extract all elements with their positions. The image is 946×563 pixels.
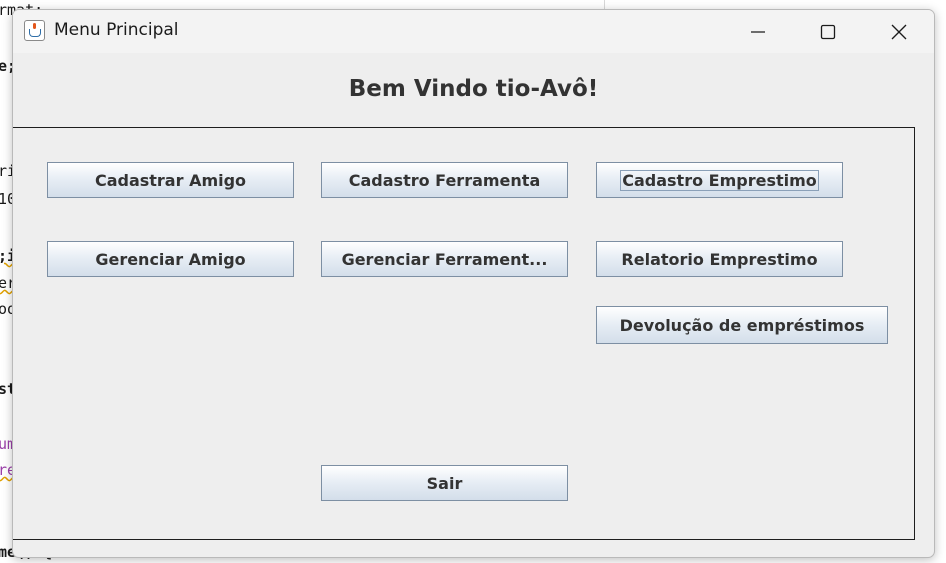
- java-cup-icon[interactable]: [24, 20, 45, 41]
- button-label: Sair: [426, 473, 463, 493]
- minimize-icon: [751, 30, 765, 33]
- minimize-button[interactable]: [723, 10, 793, 53]
- button-label: Gerenciar Ferrament...: [341, 249, 548, 269]
- gerenciar-ferramenta-button[interactable]: Gerenciar Ferrament...: [321, 241, 568, 277]
- buttons-panel: Cadastrar Amigo Cadastro Ferramenta Cada…: [13, 127, 915, 540]
- button-label: Devolução de empréstimos: [619, 315, 865, 335]
- maximize-icon: [820, 24, 836, 39]
- window-title: Menu Principal: [54, 20, 179, 40]
- sair-button[interactable]: Sair: [321, 465, 568, 501]
- button-label: Cadastro Ferramenta: [348, 170, 541, 190]
- cadastrar-amigo-button[interactable]: Cadastrar Amigo: [47, 162, 294, 198]
- title-bar[interactable]: Menu Principal: [13, 10, 934, 53]
- button-label: Cadastro Emprestimo: [620, 169, 819, 191]
- close-icon: [891, 24, 907, 39]
- button-label: Cadastrar Amigo: [94, 170, 247, 190]
- editor-strip: [934, 0, 946, 563]
- button-label: Gerenciar Amigo: [95, 249, 246, 269]
- cadastro-ferramenta-button[interactable]: Cadastro Ferramenta: [321, 162, 568, 198]
- devolucao-emprestimos-button[interactable]: Devolução de empréstimos: [596, 306, 888, 344]
- cadastro-emprestimo-button[interactable]: Cadastro Emprestimo: [596, 162, 843, 198]
- button-label: Relatorio Emprestimo: [621, 249, 818, 269]
- welcome-heading: Bem Vindo tio-Avô!: [348, 76, 599, 102]
- close-button[interactable]: [864, 10, 934, 53]
- menu-principal-window: Menu Principal Bem Vindo tio-Avô! Cadast…: [12, 9, 935, 558]
- relatorio-emprestimo-button[interactable]: Relatorio Emprestimo: [596, 241, 843, 277]
- gerenciar-amigo-button[interactable]: Gerenciar Amigo: [47, 241, 294, 277]
- maximize-button[interactable]: [793, 10, 863, 53]
